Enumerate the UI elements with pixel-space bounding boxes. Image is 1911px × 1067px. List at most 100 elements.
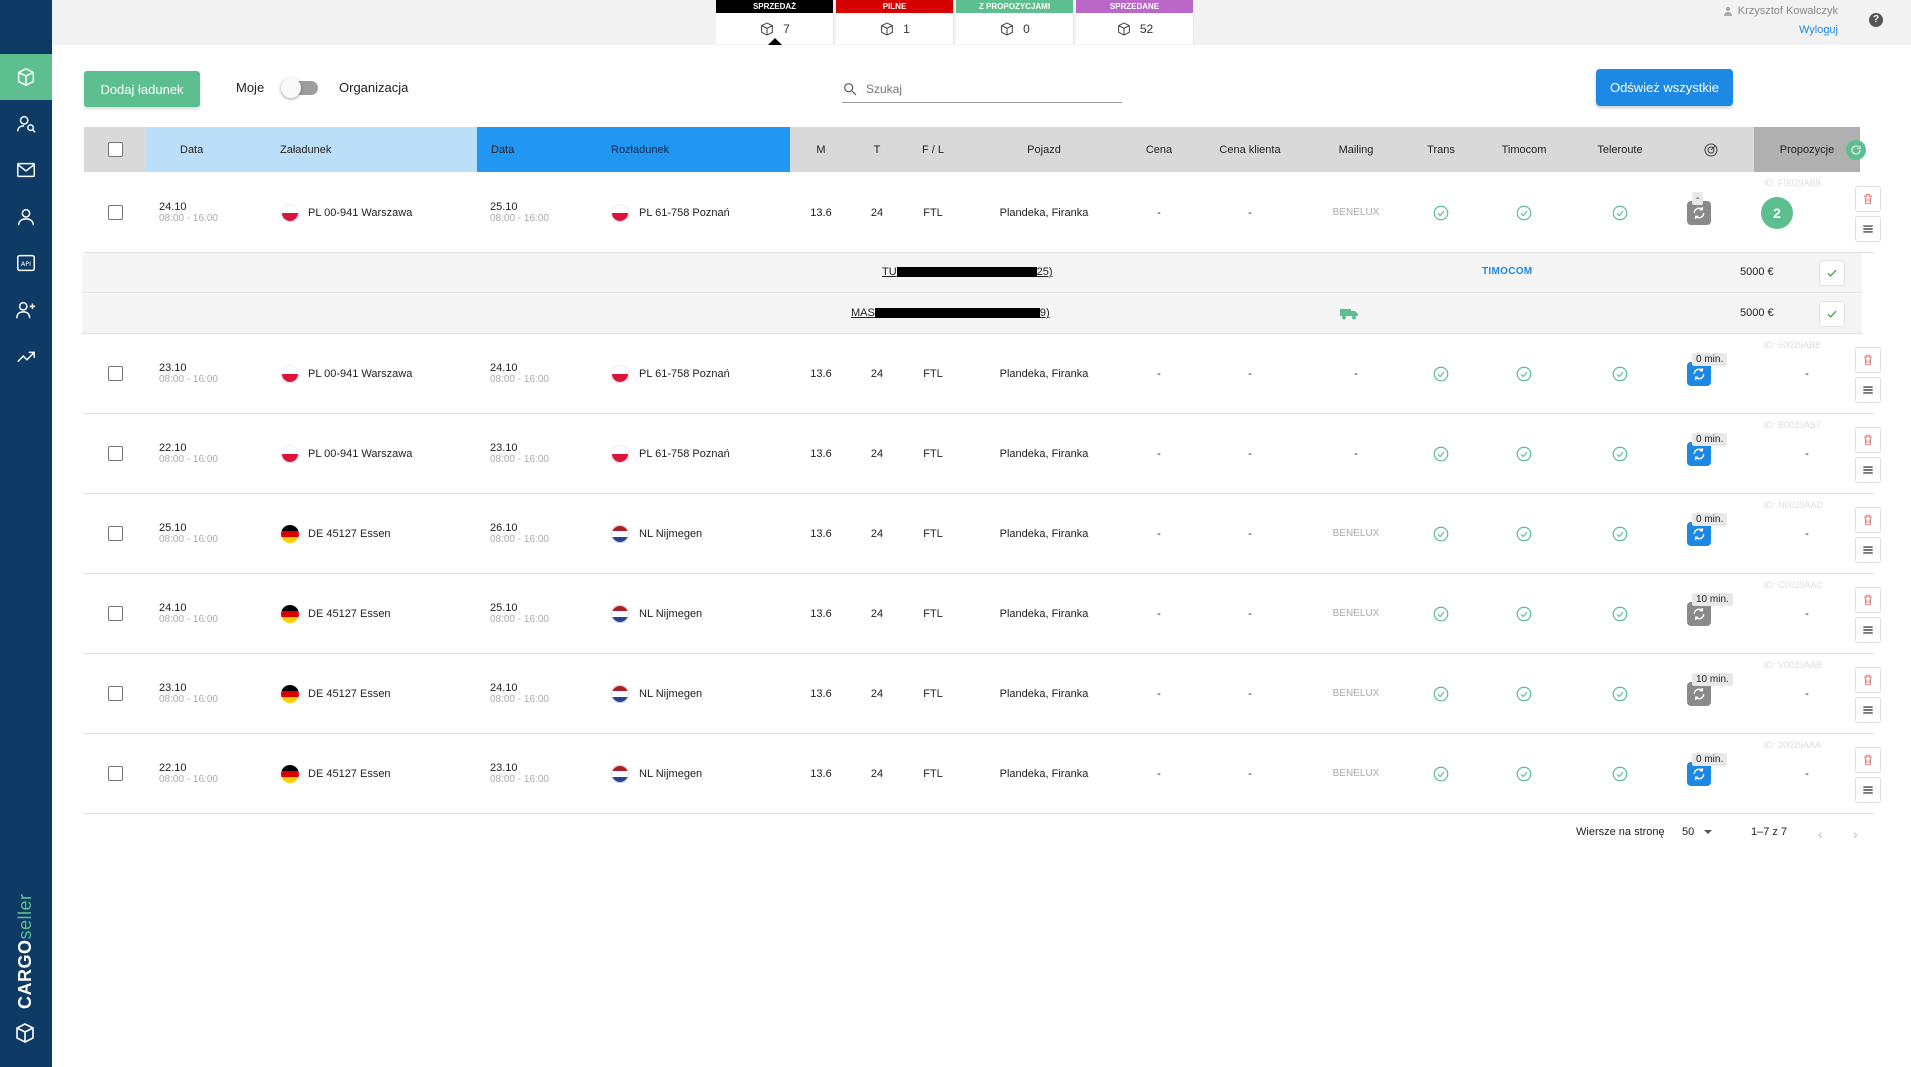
- help-icon[interactable]: ?: [1869, 13, 1883, 27]
- row-checkbox[interactable]: [108, 606, 123, 621]
- trans-ok-icon: [1432, 605, 1450, 623]
- table-row[interactable]: 24.10 08:00 - 16:00 PL 00-941 Warszawa 2…: [84, 172, 1881, 253]
- table-row[interactable]: 24.10 08:00 - 16:00 DE 45127 Essen 25.10…: [84, 574, 1881, 654]
- stat-tab-0[interactable]: SPRZEDAŻ 7: [716, 0, 834, 45]
- header-select-all: [84, 127, 146, 172]
- header-t[interactable]: T: [852, 127, 902, 172]
- select-all-checkbox[interactable]: [107, 142, 123, 157]
- row-checkbox[interactable]: [108, 526, 123, 541]
- price-cell: -: [1157, 528, 1161, 540]
- row-checkbox[interactable]: [108, 446, 123, 461]
- unload-date-cell: 25.10 08:00 - 16:00: [490, 201, 549, 224]
- vehicle-cell: Plandeka, Firanka: [999, 608, 1089, 620]
- unload-time: 08:00 - 16:00: [490, 454, 549, 465]
- client-price-cell: -: [1248, 528, 1252, 540]
- fl-cell: FTL: [923, 448, 943, 460]
- header-price[interactable]: Cena: [1124, 127, 1194, 172]
- carrier-prefix: TU: [882, 266, 897, 278]
- user-name-text: Krzysztof Kowalczyk: [1737, 5, 1838, 17]
- accept-proposal-button[interactable]: [1819, 301, 1845, 327]
- sync-icon: [1691, 686, 1707, 702]
- api-icon: API: [17, 254, 35, 272]
- header-unload[interactable]: Rozładunek: [611, 127, 761, 172]
- row-checkbox[interactable]: [108, 766, 123, 781]
- table-row[interactable]: 23.10 08:00 - 16:00 PL 00-941 Warszawa 2…: [84, 334, 1881, 414]
- row-checkbox[interactable]: [108, 366, 123, 381]
- rows-per-page-select[interactable]: 50: [1682, 826, 1713, 838]
- stat-tab-1[interactable]: PILNE 1: [836, 0, 954, 44]
- carrier-link[interactable]: MAS 9): [851, 307, 1050, 319]
- header-timocom[interactable]: Timocom: [1476, 127, 1572, 172]
- toggle-knob[interactable]: [281, 78, 301, 98]
- nav-user[interactable]: [0, 194, 52, 240]
- flag-pl-icon: [281, 365, 299, 383]
- cube-icon: [879, 21, 895, 37]
- timocom-ok-icon: [1515, 445, 1533, 463]
- flag-pl-icon: [611, 365, 629, 383]
- row-menu-button[interactable]: [1855, 457, 1881, 483]
- meters-cell: 13.6: [810, 448, 832, 460]
- nav-stats[interactable]: [0, 334, 52, 380]
- header-vehicle[interactable]: Pojazd: [964, 127, 1124, 172]
- row-checkbox[interactable]: [108, 686, 123, 701]
- user-name: Krzysztof Kowalczyk: [1723, 5, 1838, 17]
- filter-moje-label: Moje: [236, 80, 265, 95]
- table-row[interactable]: 23.10 08:00 - 16:00 DE 45127 Essen 24.10…: [84, 654, 1881, 734]
- proposals-badge[interactable]: 2: [1761, 197, 1793, 229]
- brand-main: CARGO: [15, 939, 35, 1010]
- search-box: [842, 76, 1122, 103]
- header-client-price[interactable]: Cena klienta: [1194, 127, 1306, 172]
- row-menu-button[interactable]: [1855, 777, 1881, 803]
- accept-proposal-button[interactable]: [1819, 260, 1845, 286]
- carrier-link[interactable]: TU 25): [882, 266, 1053, 278]
- nav-api[interactable]: API: [0, 240, 52, 286]
- table-row[interactable]: 25.10 08:00 - 16:00 DE 45127 Essen 26.10…: [84, 494, 1881, 574]
- nav-users-add[interactable]: [0, 287, 52, 333]
- stat-tab-2[interactable]: Z PROPOZYCJAMI 0: [956, 0, 1074, 44]
- proposals-cell: -: [1805, 448, 1809, 460]
- header-mailing[interactable]: Mailing: [1306, 127, 1406, 172]
- load-place: PL 00-941 Warszawa: [308, 207, 413, 219]
- table-row[interactable]: 22.10 08:00 - 16:00 DE 45127 Essen 23.10…: [84, 734, 1881, 814]
- trans-ok-icon: [1432, 765, 1450, 783]
- refresh-all-button[interactable]: Odśwież wszystkie: [1596, 69, 1733, 106]
- client-price-cell: -: [1248, 207, 1252, 219]
- header-fl[interactable]: F / L: [902, 127, 964, 172]
- mine-org-toggle[interactable]: [281, 78, 318, 98]
- row-menu-button[interactable]: [1855, 377, 1881, 403]
- header-load[interactable]: Załadunek: [280, 127, 430, 172]
- row-menu-button[interactable]: [1855, 216, 1881, 242]
- row-menu-button[interactable]: [1855, 617, 1881, 643]
- sync-icon: [1691, 205, 1707, 221]
- header-sync: [1668, 127, 1754, 172]
- nav-user-search[interactable]: [0, 101, 52, 147]
- sync-time-tag: 10 min.: [1692, 673, 1733, 686]
- add-load-button[interactable]: Dodaj ładunek: [84, 71, 200, 107]
- header-trans[interactable]: Trans: [1406, 127, 1476, 172]
- row-menu-button[interactable]: [1855, 537, 1881, 563]
- load-place: DE 45127 Essen: [308, 768, 391, 780]
- menu-icon: [1861, 703, 1875, 717]
- header-teleroute[interactable]: Teleroute: [1572, 127, 1668, 172]
- row-checkbox[interactable]: [108, 205, 123, 220]
- nav-loads[interactable]: [0, 54, 52, 100]
- header-m[interactable]: M: [790, 127, 852, 172]
- nav-mail[interactable]: [0, 147, 52, 193]
- unload-date: 23.10: [490, 442, 518, 454]
- logout-link[interactable]: Wyloguj: [1799, 24, 1838, 36]
- delete-button[interactable]: [1855, 186, 1881, 212]
- proposals-cell: -: [1805, 608, 1809, 620]
- next-page-button[interactable]: ›: [1853, 826, 1858, 842]
- filter-organizacja-label: Organizacja: [339, 80, 409, 95]
- load-place: DE 45127 Essen: [308, 528, 391, 540]
- row-menu-button[interactable]: [1855, 697, 1881, 723]
- tonnes-cell: 24: [870, 768, 884, 780]
- table-row[interactable]: 22.10 08:00 - 16:00 PL 00-941 Warszawa 2…: [84, 414, 1881, 494]
- cube-icon: [759, 21, 775, 37]
- header-proposals[interactable]: Propozycje: [1754, 127, 1860, 172]
- search-input[interactable]: [866, 82, 1106, 96]
- price-cell: -: [1157, 608, 1161, 620]
- prev-page-button[interactable]: ‹: [1818, 826, 1823, 842]
- refresh-table-button[interactable]: [1846, 140, 1866, 160]
- stat-tab-3[interactable]: SPRZEDANE 52: [1076, 0, 1194, 44]
